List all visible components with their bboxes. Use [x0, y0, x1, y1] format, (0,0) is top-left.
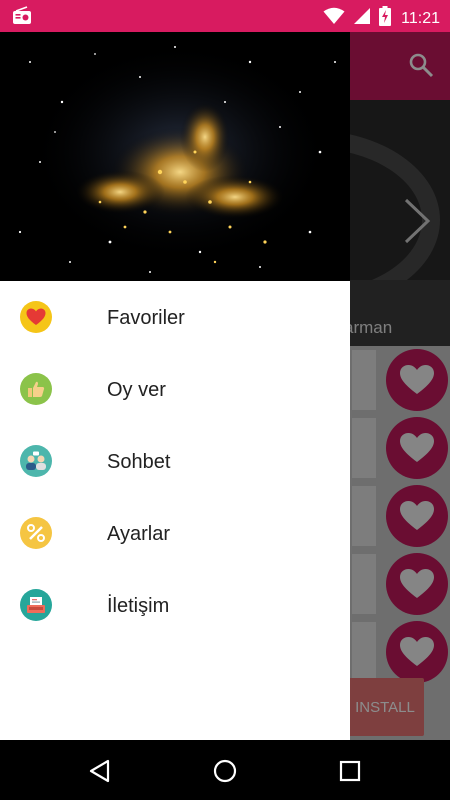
radio-icon	[12, 6, 32, 31]
drawer-item-label: İletişim	[107, 595, 170, 617]
drawer-item-label: Sohbet	[107, 451, 171, 473]
drawer-header-image	[0, 32, 350, 281]
drawer-item-iletisim[interactable]: İletişim	[0, 569, 350, 641]
system-nav-bar	[0, 740, 450, 800]
navigation-drawer: Favoriler Oy ver Sohbet Ayarlar İletişim	[0, 32, 350, 740]
drawer-item-oy-ver[interactable]: Oy ver	[0, 353, 350, 425]
status-time: 11:21	[401, 9, 440, 27]
drawer-item-label: Oy ver	[107, 379, 166, 401]
drawer-item-ayarlar[interactable]: Ayarlar	[0, 497, 350, 569]
drawer-item-sohbet[interactable]: Sohbet	[0, 425, 350, 497]
tools-icon	[20, 517, 52, 549]
heart-icon	[20, 301, 52, 333]
contact-icon	[20, 589, 52, 621]
back-icon[interactable]	[87, 758, 113, 784]
recents-icon[interactable]	[337, 758, 363, 784]
drawer-item-label: Favoriler	[107, 307, 185, 329]
status-bar: 11:21	[0, 0, 450, 32]
drawer-item-favoriler[interactable]: Favoriler	[0, 281, 350, 353]
battery-charging-icon	[379, 6, 392, 31]
drawer-item-label: Ayarlar	[107, 523, 170, 545]
thumbs-up-icon	[20, 373, 52, 405]
home-icon[interactable]	[212, 758, 238, 784]
signal-icon	[353, 7, 371, 30]
wifi-icon	[323, 7, 345, 30]
chat-people-icon	[20, 445, 52, 477]
